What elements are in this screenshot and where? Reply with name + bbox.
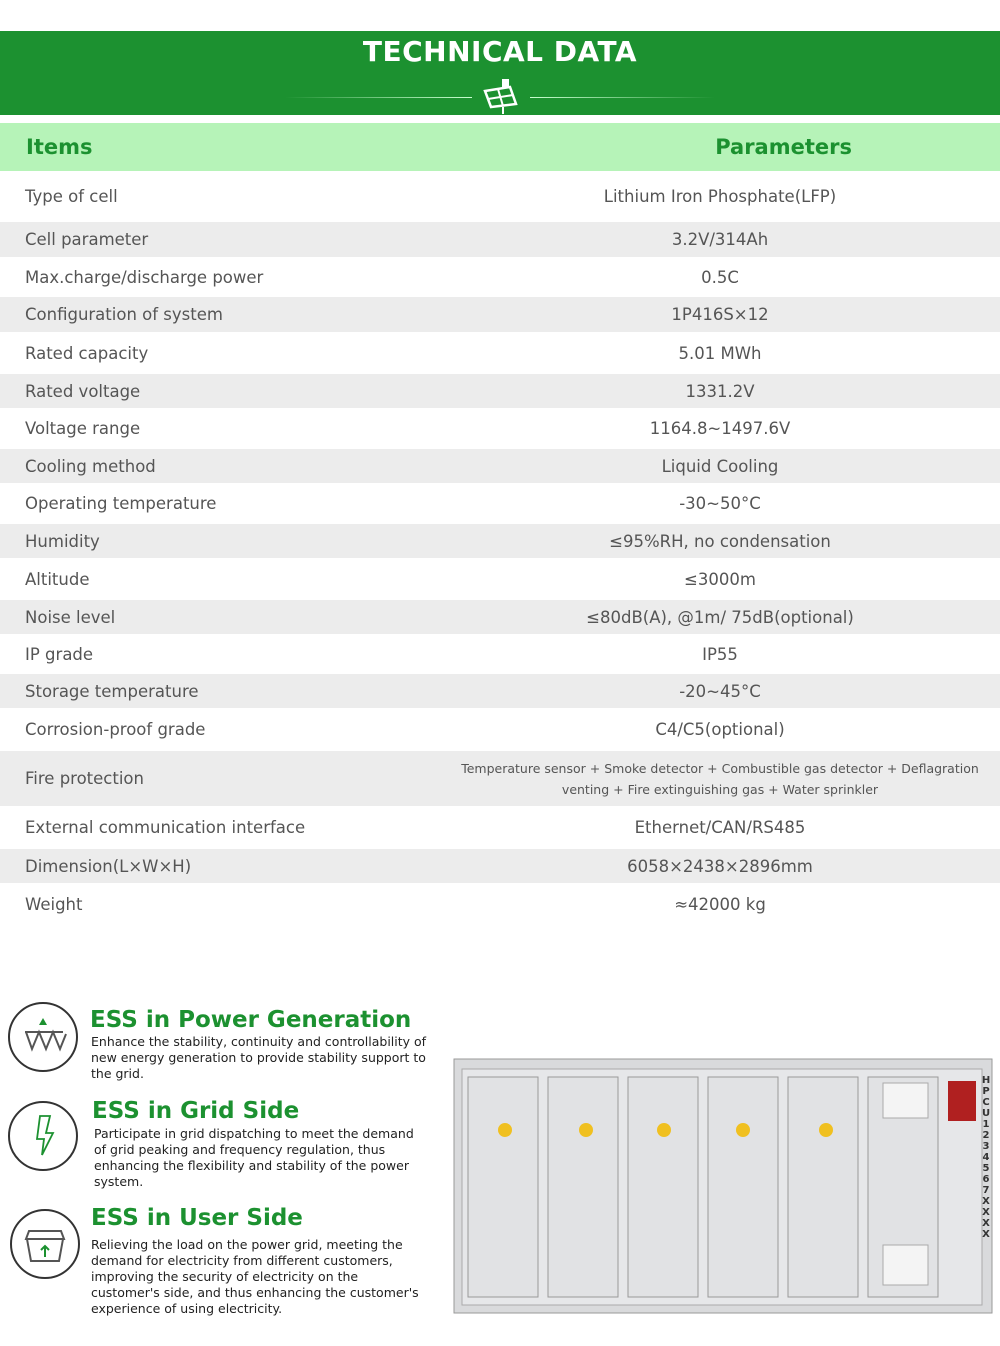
item-label: Cooling method bbox=[25, 456, 156, 476]
table-row: Noise level ≤80dB(A), @1m/ 75dB(optional) bbox=[0, 600, 1000, 634]
parameter-value: 1P416S×12 bbox=[671, 305, 769, 324]
feature-title: ESS in User Side bbox=[91, 1205, 303, 1231]
feature-title: ESS in Power Generation bbox=[90, 1007, 412, 1033]
container-label: HPCU 1234567 XXXX bbox=[981, 1075, 991, 1240]
item-label: External communication interface bbox=[25, 818, 306, 837]
divider bbox=[530, 97, 715, 98]
header-banner: TECHNICAL DATA bbox=[0, 31, 1000, 115]
item-label: Max.charge/discharge power bbox=[25, 267, 264, 287]
table-row: Configuration of system 1P416S×12 bbox=[0, 297, 1000, 332]
table-row: Voltage range 1164.8~1497.6V bbox=[0, 408, 1000, 449]
item-label: IP grade bbox=[25, 644, 94, 664]
feature-desc: Relieving the load on the power grid, me… bbox=[91, 1237, 419, 1316]
parameter-value: IP55 bbox=[702, 644, 738, 664]
power-generation-icon bbox=[8, 1002, 78, 1072]
table-row: Cooling method Liquid Cooling bbox=[0, 449, 1000, 483]
parameter-value: ≤95%RH, no condensation bbox=[609, 531, 831, 551]
divider bbox=[285, 97, 472, 98]
table-row: Altitude ≤3000m bbox=[0, 558, 1000, 600]
table-row: IP grade IP55 bbox=[0, 634, 1000, 674]
item-label: Weight bbox=[25, 894, 83, 914]
parameter-value: C4/C5(optional) bbox=[655, 720, 785, 739]
parameter-value: Liquid Cooling bbox=[661, 456, 779, 476]
table-row: Dimension(L×W×H) 6058×2438×2896mm bbox=[0, 849, 1000, 883]
feature-desc: Enhance the stability, continuity and co… bbox=[91, 1034, 427, 1081]
parameter-value: 1331.2V bbox=[685, 381, 755, 401]
item-label: Type of cell bbox=[25, 187, 118, 206]
col-parameters: Parameters bbox=[715, 135, 852, 159]
item-label: Dimension(L×W×H) bbox=[25, 856, 192, 876]
parameter-value: ≈42000 kg bbox=[674, 894, 766, 914]
solar-panel-icon bbox=[483, 79, 518, 114]
parameter-value: ≤3000m bbox=[684, 569, 756, 589]
parameter-value: -20~45°C bbox=[679, 681, 761, 701]
item-label: Humidity bbox=[25, 531, 100, 551]
table-row: Operating temperature -30~50°C bbox=[0, 483, 1000, 524]
item-label: Rated capacity bbox=[25, 343, 149, 363]
parameter-value: 3.2V/314Ah bbox=[671, 230, 769, 249]
battery-container-image: HPCU 1234567 XXXX bbox=[438, 1055, 994, 1317]
parameter-value: ≤80dB(A), @1m/ 75dB(optional) bbox=[586, 607, 854, 627]
table-row: External communication interface Ethernet… bbox=[0, 806, 1000, 849]
table-row: Humidity ≤95%RH, no condensation bbox=[0, 524, 1000, 558]
parameter-value: 0.5C bbox=[701, 267, 739, 287]
parameter-value: -30~50°C bbox=[679, 494, 761, 513]
item-label: Altitude bbox=[25, 569, 90, 589]
table-row: Rated capacity 5.01 MWh bbox=[0, 332, 1000, 374]
item-label: Cell parameter bbox=[25, 230, 149, 249]
table-row: Type of cell Lithium Iron Phosphate(LFP) bbox=[0, 171, 1000, 222]
parameter-value: 1164.8~1497.6V bbox=[649, 419, 791, 438]
table-row: Storage temperature -20~45°C bbox=[0, 674, 1000, 708]
parameter-value: Lithium Iron Phosphate(LFP) bbox=[603, 187, 837, 206]
table-header: Items Parameters bbox=[0, 123, 1000, 171]
box-upload-icon bbox=[10, 1209, 80, 1279]
table-row: Rated voltage 1331.2V bbox=[0, 374, 1000, 408]
parameter-value: 6058×2438×2896mm bbox=[627, 856, 813, 876]
item-label: Configuration of system bbox=[25, 305, 223, 324]
item-label: Corrosion-proof grade bbox=[25, 720, 206, 739]
table-row: Cell parameter 3.2V/314Ah bbox=[0, 222, 1000, 257]
table-row: Max.charge/discharge power 0.5C bbox=[0, 257, 1000, 297]
parameter-value: 5.01 MWh bbox=[678, 343, 762, 363]
item-label: Voltage range bbox=[25, 419, 141, 438]
feature-desc: Participate in grid dispatching to meet … bbox=[94, 1126, 414, 1189]
item-label: Noise level bbox=[25, 607, 116, 627]
feature-title: ESS in Grid Side bbox=[92, 1098, 300, 1124]
table-row: Corrosion-proof grade C4/C5(optional) bbox=[0, 708, 1000, 751]
item-label: Rated voltage bbox=[25, 381, 141, 401]
spec-table: Type of cell Lithium Iron Phosphate(LFP) C… bbox=[0, 171, 1000, 925]
item-label: Operating temperature bbox=[25, 494, 217, 513]
table-row: Fire protection Temperature sensor + Smok… bbox=[0, 751, 1000, 806]
item-label: Storage temperature bbox=[25, 681, 199, 701]
parameter-value: Temperature sensor + Smoke detector + Co… bbox=[461, 760, 979, 797]
parameter-value: Ethernet/CAN/RS485 bbox=[634, 818, 806, 837]
lightning-icon bbox=[8, 1101, 78, 1171]
table-row: Weight ≈42000 kg bbox=[0, 883, 1000, 925]
page-title: TECHNICAL DATA bbox=[362, 35, 638, 68]
item-label: Fire protection bbox=[25, 769, 144, 788]
col-items: Items bbox=[26, 135, 93, 159]
